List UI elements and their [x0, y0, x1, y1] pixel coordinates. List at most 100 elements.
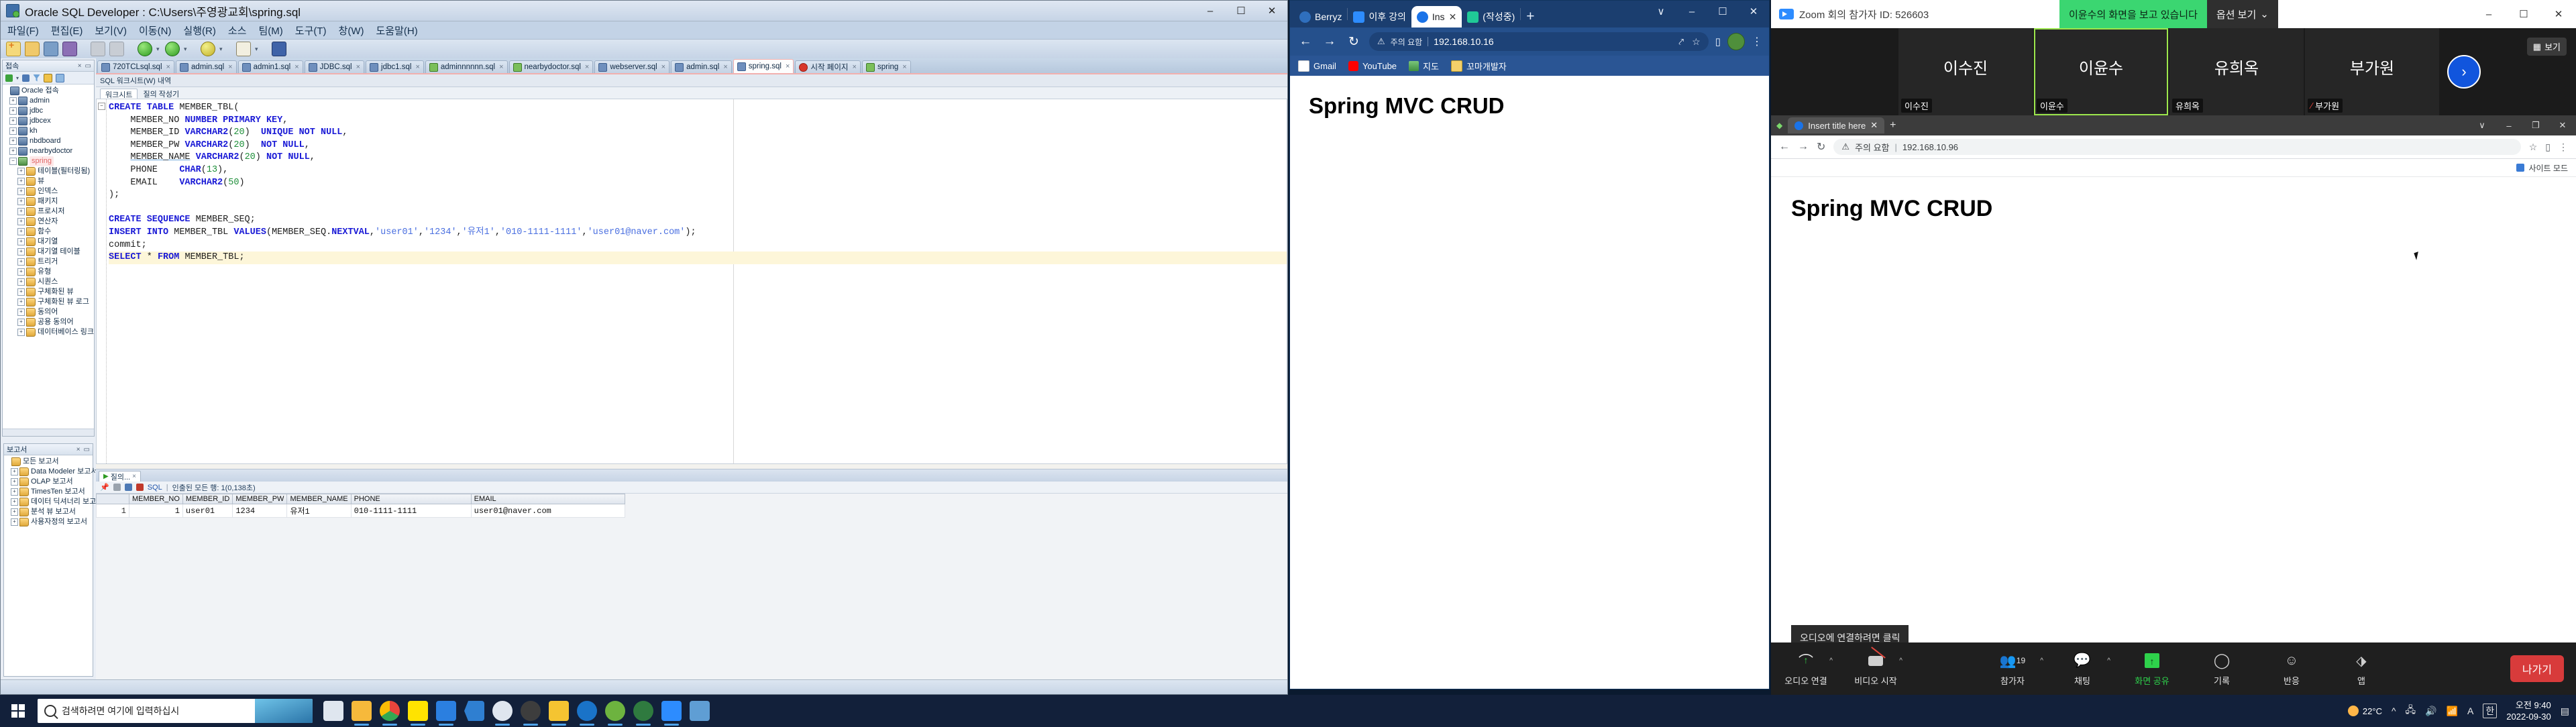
share-icon[interactable]: ⤤: [1678, 36, 1684, 48]
cell-email[interactable]: user01@naver.com: [471, 504, 625, 518]
star-icon[interactable]: ☆: [2529, 142, 2538, 153]
menu-help[interactable]: 도움말(H): [376, 23, 417, 38]
run-script-dropdown-icon[interactable]: ▾: [184, 42, 189, 56]
participant-tile-bugawon[interactable]: 부가원 ⁄부가원: [2305, 28, 2439, 115]
zoom-apps-button[interactable]: ⬗ 앱: [2326, 651, 2396, 687]
avatar[interactable]: [1727, 33, 1745, 50]
tree-item-synonyms[interactable]: +동의어: [3, 307, 94, 317]
taskbar-search-box[interactable]: 검색하려면 여기에 입력하십시: [38, 699, 313, 723]
tree-item-timesten-reports[interactable]: +TimesTen 보고서: [4, 487, 93, 497]
reports-minimize-icon[interactable]: ▭: [84, 446, 90, 453]
file-tab-adminnnnnn[interactable]: adminnnnnn.sql×: [425, 60, 508, 73]
new-file-icon[interactable]: [6, 42, 21, 56]
taskbar-app-buttons[interactable]: [313, 701, 710, 721]
sqldev-close-button[interactable]: ✕: [1256, 1, 1287, 20]
menu-file[interactable]: 파일(F): [7, 23, 39, 38]
collapse-all-icon[interactable]: [56, 74, 64, 82]
network-icon[interactable]: 🖧: [2406, 703, 2416, 719]
fold-toggle-icon[interactable]: −: [98, 103, 105, 110]
tree-item-admin[interactable]: +admin: [3, 96, 94, 106]
chrome-maximize-button[interactable]: ☐: [1707, 1, 1738, 22]
extensions-icon[interactable]: ▯: [2545, 142, 2551, 153]
expand-icon[interactable]: +: [9, 117, 17, 125]
oracle-sql-developer-window[interactable]: Oracle SQL Developer : C:\Users\주영광교회\sp…: [0, 0, 1288, 695]
tab-close-icon[interactable]: ×: [356, 63, 360, 71]
menu-tools[interactable]: 도구(T): [295, 23, 327, 38]
tree-item-olap-reports[interactable]: +OLAP 보고서: [4, 477, 93, 487]
column-header-email[interactable]: EMAIL: [471, 494, 625, 504]
connections-toolbar[interactable]: ▾: [3, 72, 94, 85]
expand-icon[interactable]: +: [9, 127, 17, 135]
menu-team[interactable]: 팀(M): [258, 23, 282, 38]
tree-item-data-dictionary-reports[interactable]: +데이터 딕셔너리 보고서: [4, 497, 93, 507]
tree-item-public-synonyms[interactable]: +공용 동의어: [3, 317, 94, 327]
zoom-participants-button[interactable]: 👥19 참가자 ^: [1978, 651, 2047, 687]
file-tab-admin1[interactable]: admin1.sql×: [238, 60, 303, 73]
run-dropdown-icon[interactable]: ▾: [156, 42, 161, 56]
menu-edit[interactable]: 편집(E): [51, 23, 83, 38]
collapse-icon[interactable]: −: [9, 158, 17, 165]
tree-item-types[interactable]: +유형: [3, 267, 94, 277]
tree-item-functions[interactable]: +함수: [3, 227, 94, 237]
file-tab-webserver[interactable]: webserver.sql×: [594, 60, 669, 73]
sts-icon[interactable]: [521, 701, 541, 721]
shared-bookmarks-bar[interactable]: 사이트 모드: [1771, 159, 2576, 177]
file-tab-admin[interactable]: admin.sql×: [176, 60, 237, 73]
tree-item-procedures[interactable]: +프로시저: [3, 207, 94, 217]
edge-icon[interactable]: [577, 701, 597, 721]
bookmark-gmail[interactable]: Gmail: [1298, 60, 1336, 72]
cell-member-name[interactable]: 유저1: [287, 504, 351, 518]
expand-icon[interactable]: +: [17, 319, 25, 326]
expand-icon[interactable]: +: [17, 188, 25, 195]
notepad-icon[interactable]: [549, 701, 569, 721]
results-grid[interactable]: MEMBER_NO MEMBER_ID MEMBER_PW MEMBER_NAM…: [96, 494, 625, 518]
tree-item-data-modeler-reports[interactable]: +Data Modeler 보고서: [4, 467, 93, 477]
connections-minimize-icon[interactable]: ▭: [85, 62, 91, 70]
tab-close-icon[interactable]: ×: [166, 63, 170, 71]
expand-icon[interactable]: +: [11, 468, 18, 476]
sqldev-toolbar[interactable]: ▾ ▾ ▾ ▾: [1, 40, 1287, 59]
file-tab-jdbc1[interactable]: jdbc1.sql×: [366, 60, 424, 73]
tree-item-queue-tables[interactable]: +대기열 테이블: [3, 247, 94, 257]
chrome-tab-search-icon[interactable]: ∨: [1646, 1, 1676, 22]
expand-icon[interactable]: +: [11, 518, 18, 526]
shared-browser-menu-icon[interactable]: ⋮: [2559, 142, 2568, 153]
reports-close-icon[interactable]: ×: [76, 446, 80, 453]
chrome-minimize-button[interactable]: –: [1676, 1, 1707, 22]
file-tab-start-page[interactable]: 시작 페이지×: [795, 60, 861, 73]
zoom-join-audio-button[interactable]: ⌒↑ 오디오 연결 ^: [1771, 651, 1841, 687]
expand-icon[interactable]: +: [17, 309, 25, 316]
file-tab-spring-sql[interactable]: spring.sql×: [733, 59, 794, 73]
tree-item-jdbc[interactable]: +jdbc: [3, 106, 94, 116]
column-header-member-no[interactable]: MEMBER_NO: [129, 494, 183, 504]
results-toolbar[interactable]: 📌 SQL | 인출된 모든 행: 1(0,138초): [96, 482, 1287, 494]
tab-close-icon[interactable]: ×: [499, 63, 503, 71]
undo-icon[interactable]: [91, 42, 105, 56]
expand-icon[interactable]: +: [17, 178, 25, 185]
plan-dropdown-icon[interactable]: ▾: [255, 42, 260, 56]
tab-close-icon[interactable]: ✕: [1449, 11, 1457, 23]
participant-tile-isujin[interactable]: 이수진 이수진: [1898, 28, 2033, 115]
tab-close-icon[interactable]: ×: [902, 63, 906, 71]
expand-icon[interactable]: +: [17, 329, 25, 336]
tab-close-icon[interactable]: ×: [294, 63, 299, 71]
save-icon[interactable]: [44, 42, 58, 56]
windows-taskbar[interactable]: 검색하려면 여기에 입력하십시 22°C ^ 🖧 🔊 📶 A 한 오전 9:40…: [0, 695, 2576, 727]
shared-maximize-button[interactable]: ❐: [2522, 115, 2549, 135]
zoom-start-video-button[interactable]: 비디오 시작 ^: [1841, 651, 1911, 687]
tree-item-user-defined-reports[interactable]: +사용자정의 보고서: [4, 517, 93, 527]
reading-list-icon[interactable]: ▯: [1715, 36, 1721, 48]
file-tab-nearbydoctor[interactable]: nearbydoctor.sql×: [509, 60, 594, 73]
expand-icon[interactable]: +: [17, 288, 25, 296]
zoom-close-button[interactable]: ✕: [2541, 0, 2576, 28]
address-bar[interactable]: ⚠ 주의 요함 192.168.10.16 ⤤ ☆: [1369, 32, 1709, 51]
shared-minimize-button[interactable]: –: [2496, 115, 2522, 135]
tab-close-icon[interactable]: ×: [228, 63, 232, 71]
tree-item-queues[interactable]: +대기열: [3, 237, 94, 247]
reports-tree[interactable]: 모든 보고서 +Data Modeler 보고서 +OLAP 보고서 +Time…: [4, 455, 93, 528]
wifi-icon[interactable]: 📶: [2447, 706, 2458, 717]
zoom-maximize-button[interactable]: ☐: [2506, 0, 2541, 28]
bookmark-youtube[interactable]: YouTube: [1348, 61, 1397, 71]
menu-source[interactable]: 소스: [228, 23, 247, 38]
menu-run[interactable]: 실행(R): [183, 23, 215, 38]
